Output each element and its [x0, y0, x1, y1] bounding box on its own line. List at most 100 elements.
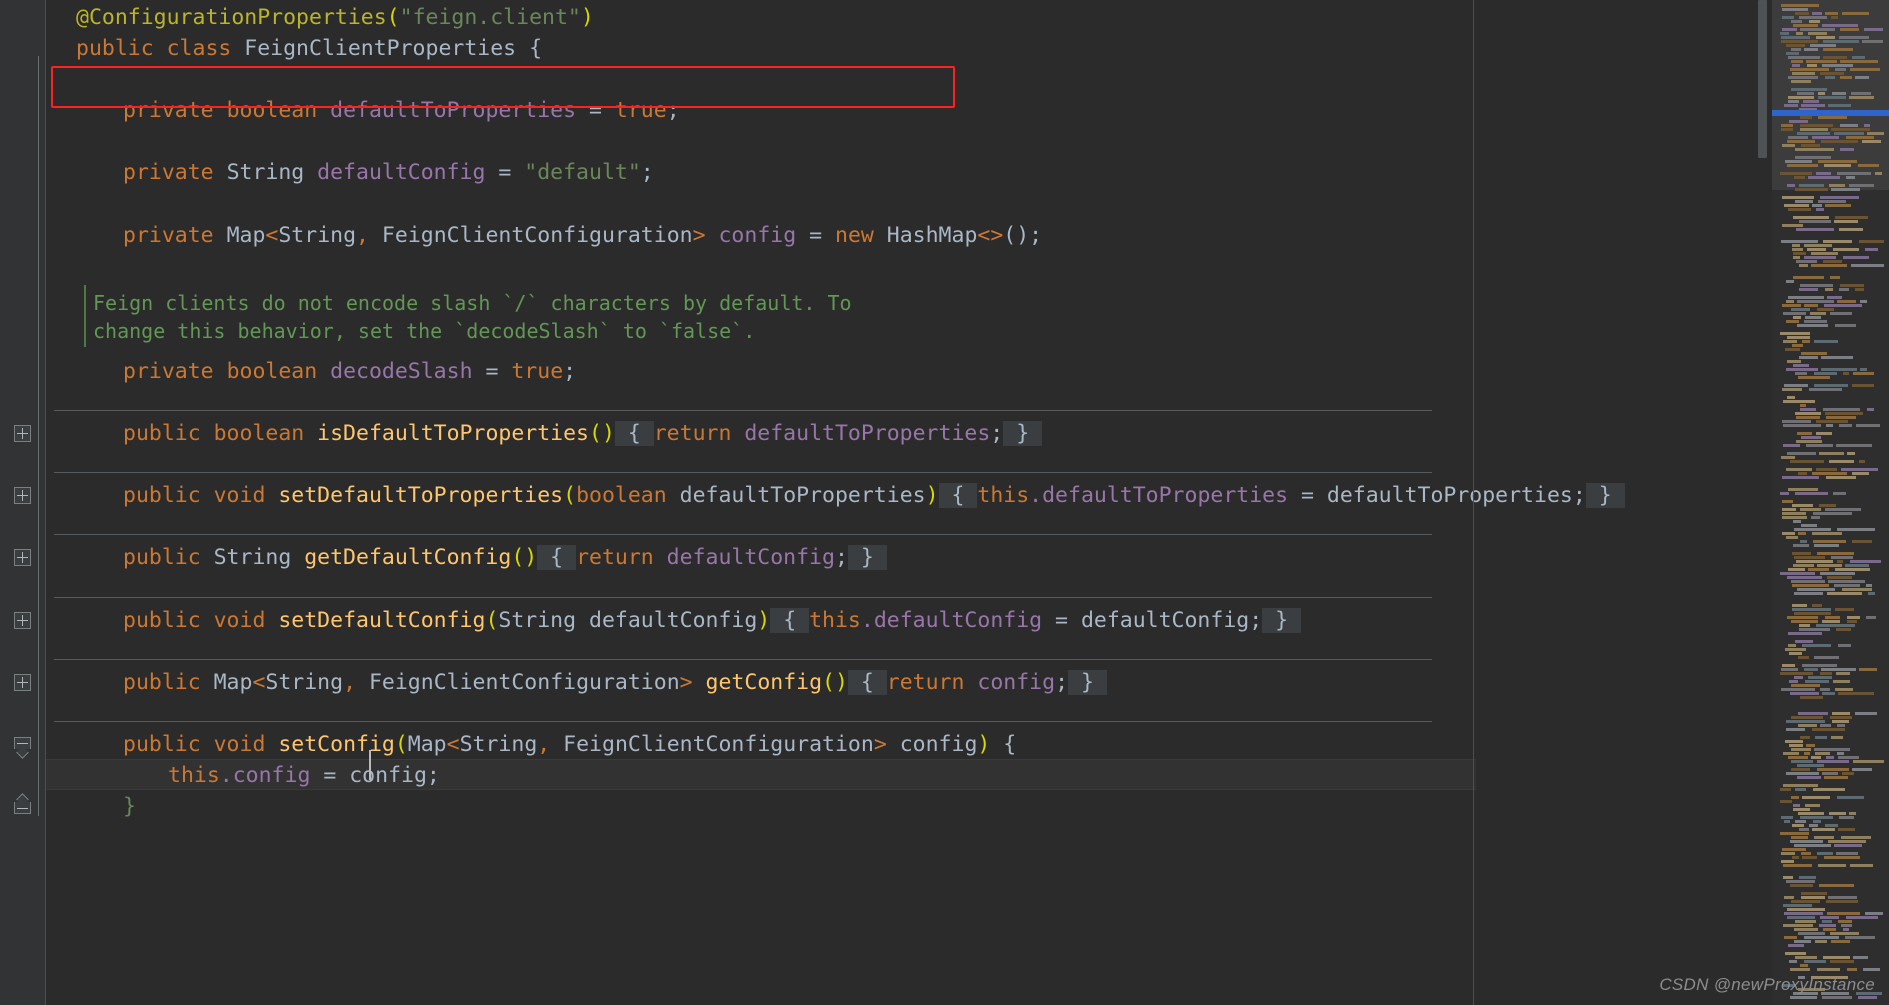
minimap-row	[1772, 780, 1889, 783]
minimap-row	[1772, 84, 1889, 87]
method-name: setDefaultToProperties	[278, 483, 564, 508]
minimap-token	[1782, 28, 1797, 31]
method-separator	[54, 472, 1432, 473]
fold-marker-collapsed-getConfig[interactable]	[14, 674, 31, 691]
minimap-token	[1821, 356, 1853, 359]
code-line-12[interactable]: private boolean decodeSlash = true;	[123, 356, 576, 387]
code-line-4[interactable]: private boolean defaultToProperties = tr…	[123, 95, 680, 126]
minimap-token	[1786, 468, 1812, 471]
minimap-row	[1772, 348, 1889, 351]
code-line-16[interactable]: public void setDefaultConfig(String defa…	[123, 605, 1302, 636]
code-line-13[interactable]: public boolean isDefaultToProperties() {…	[123, 418, 1043, 449]
keyword-boolean: boolean	[226, 98, 331, 123]
minimap-row	[1772, 760, 1889, 763]
fold-marker-region-start-setConfig[interactable]	[14, 737, 31, 759]
fold-marker-collapsed-setDefaultToProperties[interactable]	[14, 487, 31, 504]
minimap-token	[1826, 756, 1834, 759]
minimap-token	[1793, 808, 1810, 811]
minimap-token	[1836, 628, 1851, 631]
minimap-token	[1796, 32, 1803, 35]
minimap-token	[1799, 220, 1831, 223]
minimap-row	[1772, 652, 1889, 655]
code-editor[interactable]: @ConfigurationProperties("feign.client")…	[0, 0, 1889, 1005]
minimap-row	[1772, 808, 1889, 811]
minimap-token	[1794, 592, 1823, 595]
minimap-token	[1814, 340, 1838, 343]
minimap-row	[1772, 864, 1889, 867]
code-line-15[interactable]: public String getDefaultConfig() { retur…	[123, 542, 887, 573]
code-line-17[interactable]: public Map<String, FeignClientConfigurat…	[123, 667, 1107, 698]
keyword-public: public	[123, 545, 214, 570]
minimap-row	[1772, 948, 1889, 951]
code-line-19-current[interactable]: this.config = config;	[168, 760, 440, 791]
minimap-token	[1792, 64, 1800, 67]
minimap-token	[1837, 172, 1871, 175]
minimap-row	[1772, 472, 1889, 475]
minimap-token	[1825, 12, 1838, 15]
minimap-token	[1782, 664, 1795, 667]
code-line-14[interactable]: public void setDefaultToProperties(boole…	[123, 480, 1625, 511]
minimap-token	[1796, 560, 1833, 563]
minimap-token	[1781, 456, 1795, 459]
minimap-token	[1831, 940, 1850, 943]
minimap-token	[1799, 876, 1816, 879]
code-line-6[interactable]: private String defaultConfig = "default"…	[123, 157, 654, 188]
minimap-token	[1842, 772, 1854, 775]
minimap-token	[1830, 312, 1852, 315]
minimap-row	[1772, 424, 1889, 427]
minimap-token	[1832, 712, 1850, 715]
minimap-row	[1772, 784, 1889, 787]
fold-marker-collapsed-isDefaultToProperties[interactable]	[14, 425, 31, 442]
minimap-row	[1772, 516, 1889, 519]
minimap-row	[1772, 92, 1889, 95]
code-block-guide	[38, 56, 39, 816]
minimap-row	[1772, 496, 1889, 499]
code-minimap[interactable]	[1772, 0, 1889, 1005]
code-line-20[interactable]: }	[123, 791, 136, 822]
code-line-18[interactable]: public void setConfig(Map<String, FeignC…	[123, 729, 1016, 760]
minimap-token	[1806, 444, 1833, 447]
code-line-2[interactable]: public class FeignClientProperties {	[76, 33, 542, 64]
vertical-scrollbar-thumb[interactable]	[1758, 0, 1767, 158]
code-content[interactable]: @ConfigurationProperties("feign.client")…	[46, 0, 1889, 1005]
minimap-token	[1804, 668, 1818, 671]
keyword-return: return	[653, 421, 745, 446]
generic-open: <	[252, 670, 266, 695]
minimap-token	[1812, 136, 1839, 139]
minimap-token	[1782, 388, 1802, 391]
minimap-token	[1865, 248, 1878, 251]
minimap-token	[1818, 160, 1857, 163]
parens: ()	[589, 421, 615, 446]
minimap-row	[1772, 900, 1889, 903]
code-line-8-highlighted[interactable]: private Map<String, FeignClientConfigura…	[123, 220, 1042, 251]
code-line-1[interactable]: @ConfigurationProperties("feign.client")	[76, 2, 594, 33]
keyword-class: class	[166, 36, 245, 61]
minimap-token	[1813, 512, 1852, 515]
minimap-token	[1812, 12, 1822, 15]
minimap-row	[1772, 584, 1889, 587]
type-String: String	[213, 545, 305, 570]
minimap-row	[1772, 564, 1889, 567]
minimap-token	[1799, 184, 1824, 187]
minimap-row	[1772, 384, 1889, 387]
minimap-token	[1786, 300, 1794, 303]
fold-marker-region-end-setConfig[interactable]	[14, 793, 31, 814]
minimap-row	[1772, 868, 1889, 871]
minimap-row	[1772, 136, 1889, 139]
fold-marker-collapsed-setDefaultConfig[interactable]	[14, 612, 31, 629]
minimap-token	[1821, 140, 1858, 143]
minimap-token	[1796, 416, 1820, 419]
minimap-token	[1783, 340, 1797, 343]
minimap-row	[1772, 596, 1889, 599]
fold-marker-collapsed-getDefaultConfig[interactable]	[14, 549, 31, 566]
minimap-token	[1788, 136, 1808, 139]
minimap-token	[1781, 4, 1819, 7]
minimap-token	[1818, 96, 1846, 99]
minimap-token	[1816, 208, 1824, 211]
field-ref: defaultConfig	[666, 545, 835, 570]
minimap-token	[1781, 36, 1810, 39]
vertical-scrollbar-track[interactable]	[1756, 0, 1770, 1005]
minimap-token	[1815, 752, 1830, 755]
minimap-row	[1772, 568, 1889, 571]
minimap-token	[1852, 472, 1869, 475]
